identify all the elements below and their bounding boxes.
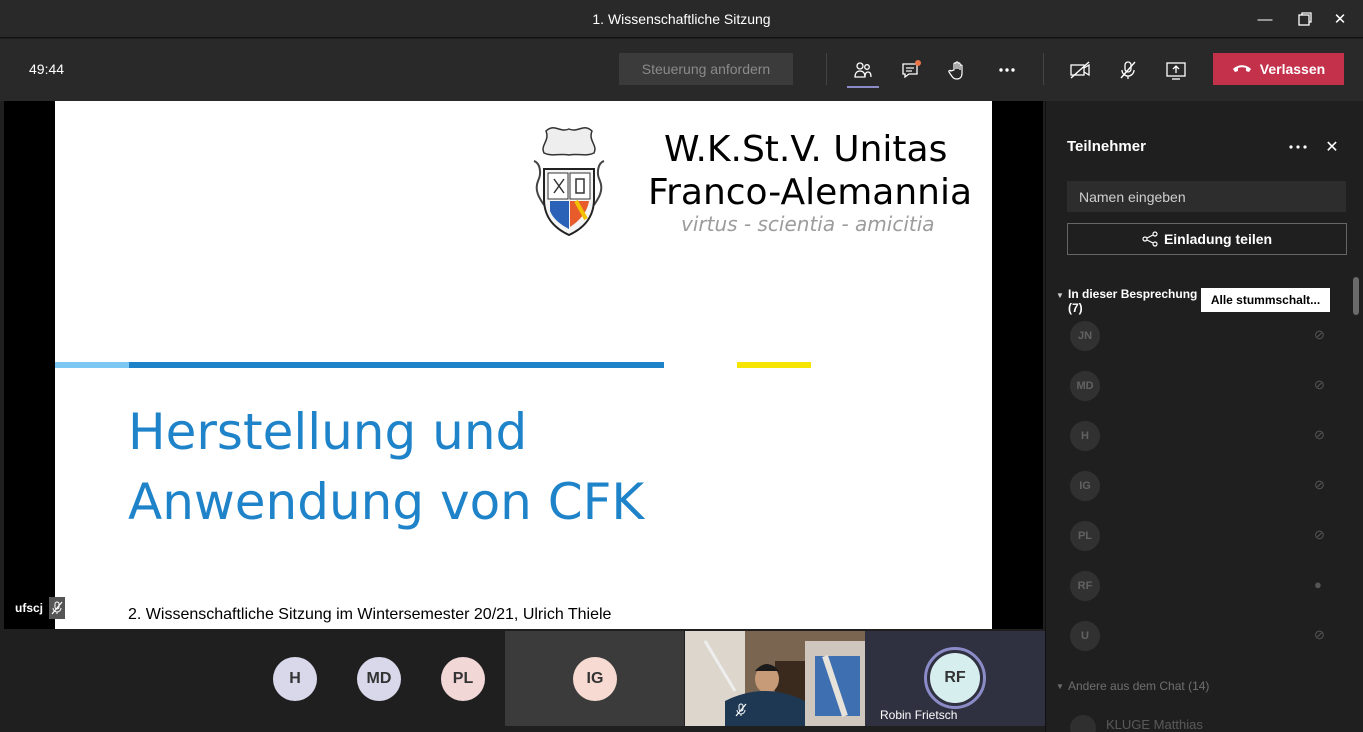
window-title: 1. Wissenschaftliche Sitzung <box>592 11 771 27</box>
meeting-timer: 49:44 <box>29 61 65 77</box>
avatar: RF <box>930 653 980 703</box>
muted-mic-icon: ⊘ <box>1314 327 1325 342</box>
avatar: IG <box>573 657 617 701</box>
avatar-initials: RF <box>944 669 966 686</box>
in-meeting-section-header[interactable]: ▼ In dieser Besprechung (7) <box>1056 287 1197 315</box>
raise-hand-icon[interactable] <box>941 53 975 87</box>
muted-mic-icon: ⊘ <box>1314 527 1325 542</box>
list-item[interactable]: PL ⊘ <box>1066 517 1336 557</box>
organization-motto: virtus - scientia - amicitia <box>681 212 935 236</box>
more-options-icon[interactable] <box>990 53 1024 87</box>
slide-title-line2: Anwendung von CFK <box>128 473 645 531</box>
slide-title: Herstellung und Anwendung von CFK <box>128 397 644 537</box>
share-invite-button[interactable]: Einladung teilen <box>1067 223 1347 255</box>
participant-name: Robin Frietsch <box>880 708 958 722</box>
more-options-icon[interactable] <box>1286 135 1310 159</box>
mute-all-button[interactable]: Alle stummschalt... <box>1201 288 1330 312</box>
participants-icon[interactable] <box>846 53 880 87</box>
muted-mic-icon: ⊘ <box>1314 477 1325 492</box>
camera-off-icon[interactable] <box>1063 53 1097 87</box>
close-icon[interactable]: ✕ <box>1320 135 1344 159</box>
hang-up-icon <box>1232 65 1251 72</box>
avatar-initials: PL <box>452 670 474 687</box>
participant-tile-ig[interactable]: IG <box>505 631 684 726</box>
list-item[interactable]: JN ⊘ <box>1066 317 1336 357</box>
self-view-label: ufscj <box>15 597 66 619</box>
list-item[interactable]: MD ⊘ <box>1066 367 1336 407</box>
organization-name-line1: W.K.St.V. Unitas <box>664 129 948 170</box>
avatar[interactable]: PL <box>441 657 485 701</box>
leave-meeting-button[interactable]: Verlassen <box>1213 53 1344 85</box>
avatar-initials: MD <box>366 670 392 687</box>
accent-bar-yellow <box>737 362 811 368</box>
toolbar-divider <box>1043 53 1044 85</box>
participant-strip: H MD PL IG RF Robin Frietsch <box>0 629 1045 732</box>
panel-title: Teilnehmer <box>1067 138 1146 155</box>
avatar: MD <box>1070 371 1100 401</box>
list-item[interactable]: IG ⊘ <box>1066 467 1336 507</box>
list-item[interactable]: H ⊘ <box>1066 417 1336 457</box>
avatar: PL <box>1070 521 1100 551</box>
toolbar-divider <box>826 53 827 85</box>
avatar: JN <box>1070 321 1100 351</box>
avatar: RF <box>1070 571 1100 601</box>
organization-name-line2: Franco-Alemannia <box>648 172 973 213</box>
slide-title-line1: Herstellung und <box>128 403 528 461</box>
chat-participant-name: KLUGE Matthias <box>1106 717 1203 732</box>
accent-bar-light-blue <box>55 362 129 368</box>
muted-mic-icon <box>49 597 66 619</box>
chat-section-header[interactable]: ▼ Andere aus dem Chat (14) <box>1056 679 1209 693</box>
accent-bar-blue <box>129 362 664 368</box>
avatar <box>1070 715 1096 732</box>
share-icon <box>1142 231 1158 247</box>
chevron-down-icon: ▼ <box>1056 682 1064 691</box>
avatar-initials: IG <box>586 670 604 687</box>
muted-mic-icon: ⊘ <box>1314 377 1325 392</box>
participant-tile-rf[interactable]: RF Robin Frietsch <box>865 631 1045 726</box>
presentation-slide: W.K.St.V. Unitas Franco-Alemannia virtus… <box>55 101 992 629</box>
request-control-button[interactable]: Steuerung anfordern <box>619 53 793 85</box>
list-item[interactable]: KLUGE Matthias <box>1066 711 1336 732</box>
muted-mic-icon: ⊘ <box>1314 427 1325 442</box>
participant-search-input[interactable] <box>1067 181 1346 212</box>
chevron-down-icon: ▼ <box>1056 291 1064 300</box>
avatar: H <box>1070 421 1100 451</box>
list-item[interactable]: U ⊘ <box>1066 617 1336 657</box>
section-count: (7) <box>1068 301 1083 315</box>
active-tab-indicator <box>847 86 879 88</box>
video-feed-image <box>685 631 865 726</box>
avatar-initials: H <box>289 670 301 687</box>
title-bar: 1. Wissenschaftliche Sitzung — ✕ <box>0 0 1363 38</box>
list-item[interactable]: RF ● <box>1066 567 1336 607</box>
teams-meeting-window: 1. Wissenschaftliche Sitzung — ✕ 49:44 S… <box>0 0 1363 732</box>
close-window-icon[interactable]: ✕ <box>1317 0 1363 38</box>
leave-label: Verlassen <box>1259 61 1326 77</box>
avatar[interactable]: MD <box>357 657 401 701</box>
avatar[interactable]: H <box>273 657 317 701</box>
chat-icon[interactable] <box>894 53 928 87</box>
coat-of-arms-icon <box>533 127 605 237</box>
muted-mic-icon <box>735 703 747 722</box>
participant-video-tile[interactable] <box>685 631 865 726</box>
scrollbar[interactable] <box>1353 277 1359 315</box>
mic-icon: ● <box>1314 577 1322 592</box>
invite-label: Einladung teilen <box>1163 231 1273 247</box>
share-screen-icon[interactable] <box>1159 53 1193 87</box>
meeting-toolbar: 49:44 Steuerung anfordern Verlassen <box>0 39 1363 101</box>
shared-screen-stage[interactable]: W.K.St.V. Unitas Franco-Alemannia virtus… <box>4 101 1043 629</box>
muted-mic-icon: ⊘ <box>1314 627 1325 642</box>
slide-subtitle: 2. Wissenschaftliche Sitzung im Winterse… <box>128 606 612 623</box>
avatar: IG <box>1070 471 1100 501</box>
microphone-off-icon[interactable] <box>1111 53 1145 87</box>
participants-panel: Teilnehmer ✕ Einladung teilen ▼ In diese… <box>1045 101 1363 732</box>
avatar: U <box>1070 621 1100 651</box>
chat-section-label: Andere aus dem Chat (14) <box>1068 679 1210 693</box>
section-label: In dieser Besprechung <box>1068 287 1198 301</box>
self-view-name: ufscj <box>15 601 44 615</box>
